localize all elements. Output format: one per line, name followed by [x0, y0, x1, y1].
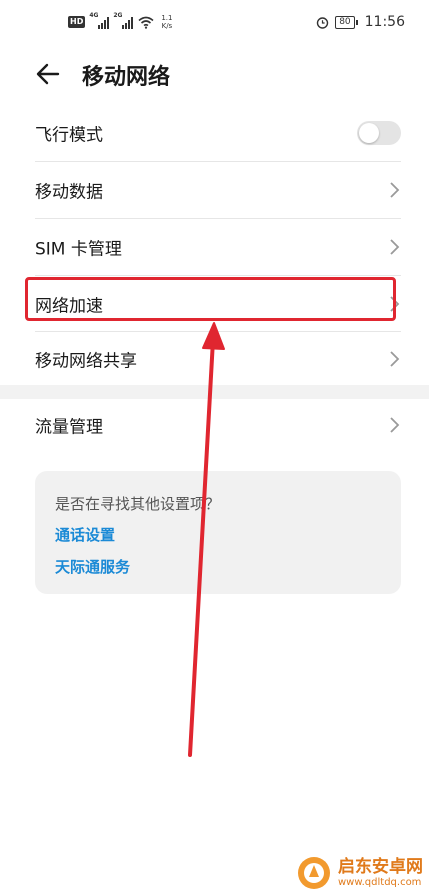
mobile-hotspot-label: 移动网络共享 — [35, 351, 137, 372]
battery-icon: 80 — [335, 15, 359, 29]
speed-value: 1.1 — [161, 14, 173, 22]
suggestion-question: 是否在寻找其他设置项？ — [55, 495, 221, 513]
call-settings-link[interactable]: 通话设置 — [55, 524, 115, 545]
airplane-mode-label: 飞行模式 — [35, 125, 103, 146]
highlight-box — [25, 277, 396, 321]
toggle-knob — [359, 123, 379, 143]
airplane-mode-row[interactable]: 飞行模式 — [0, 105, 429, 161]
speed-unit: K/s — [161, 22, 173, 30]
sim-management-label: SIM 卡管理 — [35, 239, 122, 260]
watermark-url: www.qdltdq.com — [338, 876, 422, 888]
arrow-left-icon[interactable] — [34, 60, 62, 88]
wifi-icon — [138, 16, 154, 29]
page-title: 移动网络 — [82, 65, 171, 90]
status-left: HD 4G 2G 1.1 K/s — [68, 12, 172, 30]
chevron-right-icon — [390, 351, 400, 367]
suggestion-card: 是否在寻找其他设置项？ 通话设置 天际通服务 — [35, 471, 401, 594]
hd-icon: HD — [68, 16, 86, 28]
watermark-text: 启东安卓网 www.qdltdq.com — [338, 858, 423, 888]
status-bar: HD 4G 2G 1.1 K/s 80 11:56 — [0, 0, 429, 46]
skytone-service-link[interactable]: 天际通服务 — [55, 556, 130, 577]
chevron-right-icon — [390, 239, 400, 255]
mobile-hotspot-row[interactable]: 移动网络共享 — [0, 331, 429, 387]
signal-icon-sim2: 2G — [113, 12, 134, 29]
mobile-data-label: 移动数据 — [35, 182, 103, 203]
watermark-logo-icon — [298, 857, 330, 889]
sim2-network-label: 2G — [113, 12, 123, 19]
data-usage-row[interactable]: 流量管理 — [0, 397, 429, 453]
sim-management-row[interactable]: SIM 卡管理 — [0, 219, 429, 275]
alarm-icon — [316, 16, 329, 29]
watermark: 启东安卓网 www.qdltdq.com — [296, 855, 423, 891]
chevron-right-icon — [390, 417, 400, 433]
signal-icon: 4G — [89, 12, 110, 29]
mobile-data-row[interactable]: 移动数据 — [0, 162, 429, 218]
airplane-mode-toggle[interactable] — [357, 121, 401, 145]
header: 移动网络 — [0, 52, 429, 96]
clock: 11:56 — [364, 14, 405, 30]
watermark-name: 启东安卓网 — [338, 857, 423, 878]
network-speed: 1.1 K/s — [161, 14, 172, 30]
chevron-right-icon — [390, 182, 400, 198]
data-usage-label: 流量管理 — [35, 417, 103, 438]
status-right: 80 11:56 — [316, 14, 405, 30]
sim1-network-label: 4G — [89, 12, 99, 19]
